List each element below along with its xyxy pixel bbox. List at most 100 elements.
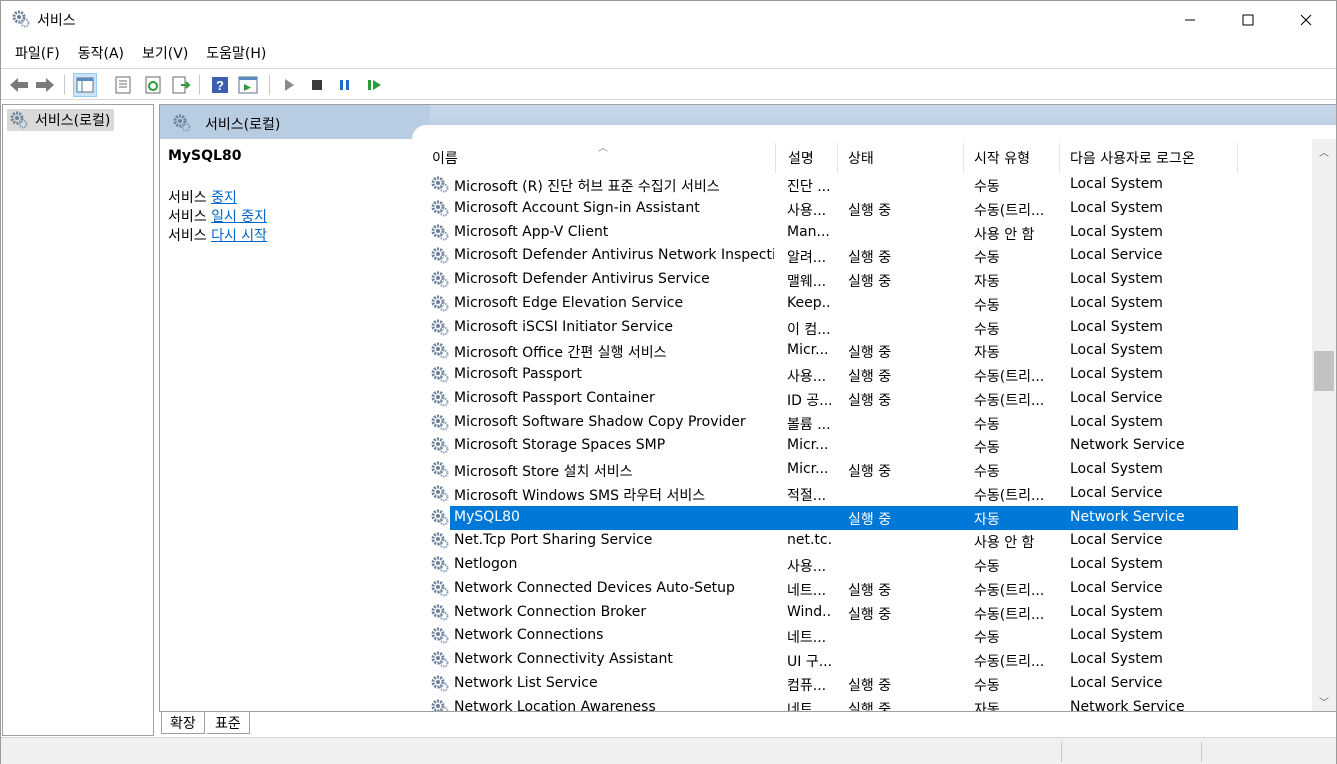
- console-tree-icon: [76, 77, 94, 93]
- service-row[interactable]: Network Location Awareness 네트... 실행 중 자동 Net…: [422, 696, 1238, 712]
- column-header-status[interactable]: 상태: [838, 143, 964, 173]
- service-name-cell: Microsoft (R) 진단 허브 표준 수집기 서비스: [454, 179, 720, 195]
- pause-service-link[interactable]: 일시 중지: [211, 209, 267, 225]
- play-icon: [285, 79, 294, 91]
- service-description-cell: Keep...: [787, 295, 831, 311]
- pause-service-button[interactable]: [333, 73, 357, 97]
- menu-help[interactable]: 도움말(H): [198, 43, 274, 63]
- service-name-cell: Network Connections: [454, 627, 604, 643]
- refresh-button[interactable]: [141, 73, 165, 97]
- service-startup-cell: 수동(트리...: [974, 488, 1045, 504]
- service-startup-cell: 자동: [974, 702, 1000, 712]
- tab-standard[interactable]: 표준: [207, 712, 250, 734]
- service-name-cell: Microsoft Software Shadow Copy Provider: [454, 414, 746, 430]
- close-button[interactable]: [1277, 1, 1335, 39]
- service-row[interactable]: Microsoft Windows SMS 라우터 서비스 적절... 수동(트리.…: [422, 482, 1238, 506]
- menu-view[interactable]: 보기(V): [134, 43, 196, 63]
- service-status-cell: 실행 중: [848, 393, 892, 409]
- close-icon: [1300, 14, 1312, 26]
- tab-extended[interactable]: 확장: [161, 712, 205, 734]
- services-list: 이름 ︿ 설명 상태 시작 유형 다음 사용자로 로그온 Microsoft (…: [422, 139, 1336, 712]
- service-logon-cell: Local System: [1070, 224, 1163, 240]
- service-row[interactable]: Microsoft Defender Antivirus Network Ins…: [422, 244, 1238, 268]
- service-row[interactable]: Netlogon 사용... 수동 Local System: [422, 553, 1238, 577]
- menu-file[interactable]: 파일(F): [7, 43, 68, 63]
- service-status-cell: 실행 중: [848, 702, 892, 712]
- stop-service-link[interactable]: 중지: [211, 190, 237, 206]
- help-button[interactable]: ?: [208, 73, 232, 97]
- menu-action[interactable]: 동작(A): [70, 43, 132, 63]
- service-description-cell: 이 컴...: [787, 322, 831, 338]
- service-row[interactable]: Microsoft Defender Antivirus Service 맬웨..…: [422, 268, 1238, 292]
- properties-button[interactable]: [111, 73, 135, 97]
- service-row[interactable]: Microsoft Passport 사용... 실행 중 수동(트리... Local…: [422, 363, 1238, 387]
- service-row[interactable]: Network Connected Devices Auto-Setup 네트..…: [422, 577, 1238, 601]
- service-row[interactable]: Microsoft iSCSI Initiator Service 이 컴... 수…: [422, 316, 1238, 340]
- service-status-cell: 실행 중: [848, 369, 892, 385]
- pane-header-tab: [160, 105, 430, 139]
- service-row[interactable]: Network Connections 네트... 수동 Local System: [422, 624, 1238, 648]
- restart-service-link[interactable]: 다시 시작: [211, 228, 267, 244]
- vertical-scrollbar[interactable]: ︿ ﹀: [1312, 139, 1336, 711]
- scroll-thumb[interactable]: [1314, 351, 1334, 391]
- service-description-cell: 적절...: [787, 488, 827, 504]
- service-startup-cell: 수동: [974, 417, 1000, 433]
- service-logon-cell: Network Service: [1070, 699, 1185, 712]
- restart-service-button[interactable]: [363, 73, 387, 97]
- service-row[interactable]: Microsoft Storage Spaces SMP Micr... 수동 Net…: [422, 434, 1238, 458]
- service-logon-cell: Local Service: [1070, 247, 1163, 263]
- service-startup-cell: 사용 안 함: [974, 535, 1035, 551]
- service-status-cell: 실행 중: [848, 203, 892, 219]
- service-startup-cell: 사용 안 함: [974, 227, 1035, 243]
- service-name-cell: MySQL80: [454, 509, 520, 525]
- gear-icon: [430, 507, 450, 527]
- service-row[interactable]: Microsoft Account Sign-in Assistant 사용...…: [422, 197, 1238, 221]
- column-header-startup-type[interactable]: 시작 유형: [964, 143, 1060, 173]
- service-row[interactable]: Microsoft Passport Container ID 공... 실행 중 수…: [422, 387, 1238, 411]
- service-row[interactable]: Microsoft Office 간편 실행 서비스 Micr... 실행 중 자동 L…: [422, 339, 1238, 363]
- action-prefix: 서비스: [168, 209, 212, 225]
- service-row[interactable]: Microsoft Store 설치 서비스 Micr... 실행 중 수동 Local…: [422, 458, 1238, 482]
- service-name-cell: Netlogon: [454, 556, 518, 572]
- stop-service-button[interactable]: [305, 73, 329, 97]
- service-row[interactable]: Network Connectivity Assistant UI 구... 수동(…: [422, 648, 1238, 672]
- service-row[interactable]: Net.Tcp Port Sharing Service net.tc... 사용 …: [422, 529, 1238, 553]
- service-row[interactable]: Microsoft Software Shadow Copy Provider 볼…: [422, 411, 1238, 435]
- back-button[interactable]: [7, 73, 31, 97]
- service-name-cell: Microsoft iSCSI Initiator Service: [454, 319, 674, 335]
- column-header-description[interactable]: 설명: [778, 143, 838, 173]
- column-header-logon[interactable]: 다음 사용자로 로그온: [1060, 143, 1238, 173]
- window-title: 서비스: [37, 13, 76, 29]
- maximize-button[interactable]: [1219, 1, 1277, 39]
- export-button[interactable]: [169, 73, 193, 97]
- service-status-cell: 실행 중: [848, 345, 892, 361]
- start-service-button[interactable]: [277, 73, 301, 97]
- service-startup-cell: 수동: [974, 559, 1000, 575]
- service-row[interactable]: Microsoft Edge Elevation Service Keep... 수…: [422, 292, 1238, 316]
- service-status-cell: 실행 중: [848, 678, 892, 694]
- scroll-down-icon[interactable]: ﹀: [1312, 689, 1336, 711]
- service-description-cell: UI 구...: [787, 654, 831, 670]
- scroll-up-icon[interactable]: ︿: [1312, 139, 1336, 163]
- minimize-button[interactable]: [1161, 1, 1219, 39]
- view-tabs: 확장 표준: [159, 712, 1337, 736]
- service-startup-cell: 수동(트리...: [974, 583, 1045, 599]
- tree-item-services-local[interactable]: 서비스(로컬): [7, 109, 115, 131]
- service-row[interactable]: Microsoft (R) 진단 허브 표준 수집기 서비스 진단 ... 수동 Lo…: [422, 173, 1238, 197]
- service-row[interactable]: Network List Service 컴퓨... 실행 중 수동 Local Ser…: [422, 672, 1238, 696]
- pause-icon: [340, 80, 349, 90]
- service-description-cell: ID 공...: [787, 393, 831, 409]
- console-tree-button[interactable]: [73, 73, 97, 97]
- service-logon-cell: Network Service: [1070, 437, 1185, 453]
- forward-button[interactable]: [33, 73, 57, 97]
- console-tree: 서비스(로컬): [2, 104, 154, 736]
- service-logon-cell: Local System: [1070, 176, 1163, 192]
- service-row[interactable]: Microsoft App-V Client Man... 사용 안 함 Local …: [422, 221, 1238, 245]
- service-logon-cell: Local System: [1070, 604, 1163, 620]
- view-button[interactable]: [236, 73, 260, 97]
- service-name-cell: Microsoft Defender Antivirus Service: [454, 271, 710, 287]
- services-window: 서비스 파일(F) 동작(A) 보기(V) 도움말(H) ? 서비스(로컬) 서…: [0, 0, 1337, 764]
- service-row[interactable]: MySQL80 실행 중 자동 Network Service: [450, 506, 1238, 530]
- service-logon-cell: Local Service: [1070, 485, 1163, 501]
- service-row[interactable]: Network Connection Broker Wind... 실행 중 수동(트…: [422, 601, 1238, 625]
